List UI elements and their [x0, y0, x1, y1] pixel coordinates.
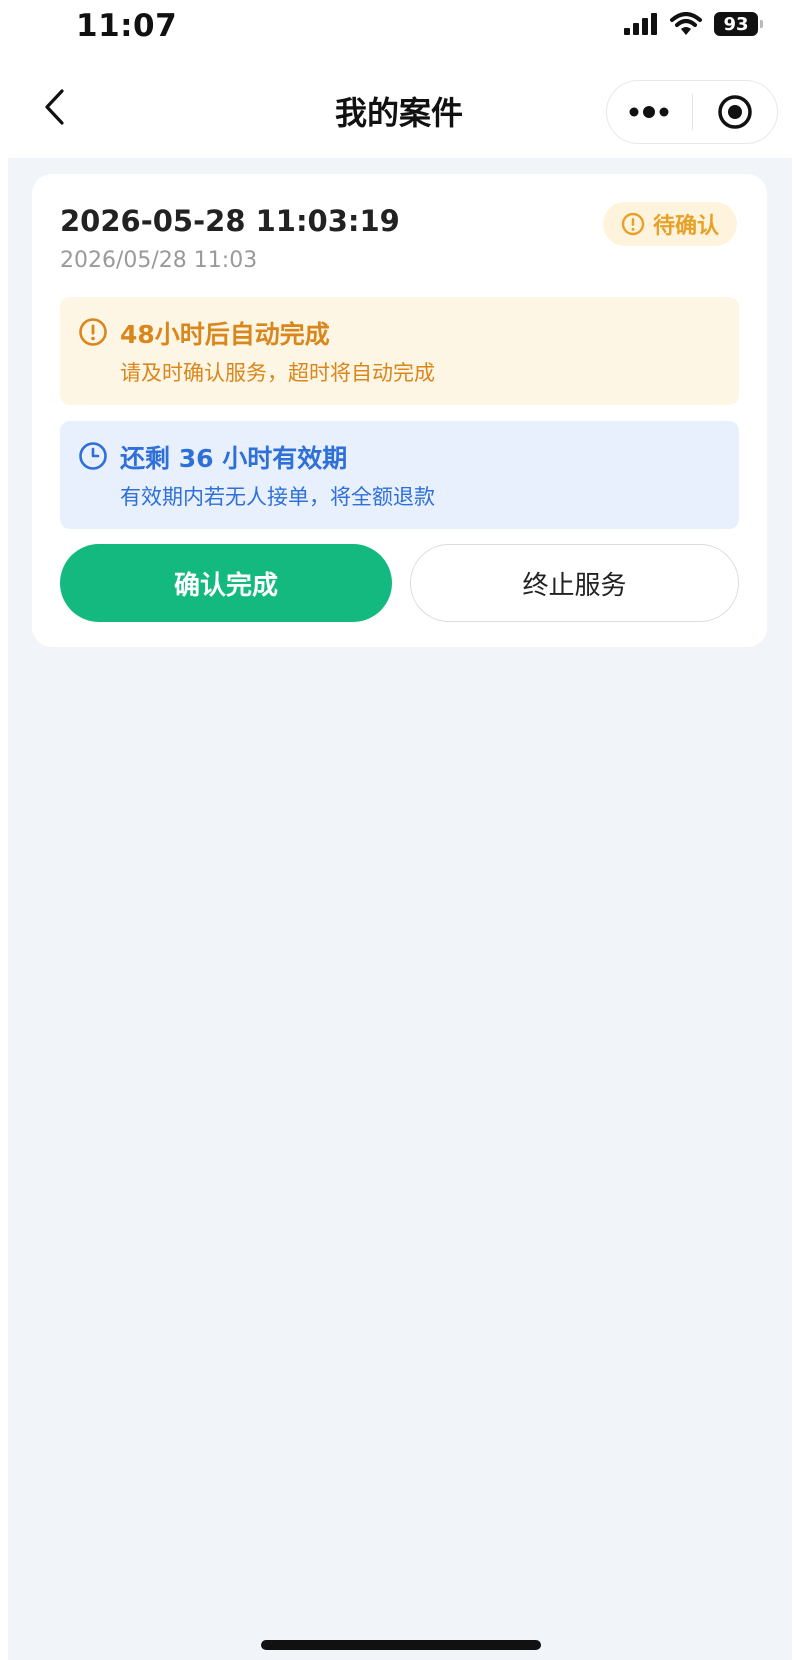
- mini-program-capsule: [606, 80, 778, 144]
- wifi-icon: [670, 12, 702, 35]
- case-subdate: 2026/05/28 11:03: [60, 248, 258, 273]
- validity-notice: 还剩 36 小时有效期 有效期内若无人接单，将全额退款: [60, 421, 739, 529]
- main-content: 2026-05-28 11:03:19 2026/05/28 11:03 待确认…: [8, 158, 792, 1660]
- home-indicator[interactable]: [261, 1640, 541, 1650]
- battery-level: 93: [723, 13, 749, 35]
- more-button[interactable]: [607, 81, 692, 143]
- more-dots-icon: [629, 106, 669, 118]
- auto-complete-text: 请及时确认服务，超时将自动完成: [120, 361, 435, 385]
- validity-title: 还剩 36 小时有效期: [120, 444, 348, 473]
- case-datetime: 2026-05-28 11:03:19: [60, 204, 400, 238]
- confirm-complete-button[interactable]: 确认完成: [60, 544, 392, 622]
- clock-icon: [79, 442, 107, 470]
- target-circle-icon: [718, 95, 752, 129]
- battery-icon: 93: [714, 12, 763, 36]
- nav-bar: 我的案件: [0, 56, 798, 158]
- close-button[interactable]: [693, 81, 778, 143]
- case-card: 2026-05-28 11:03:19 2026/05/28 11:03 待确认…: [32, 174, 767, 647]
- status-bar: 11:07 93: [0, 0, 798, 56]
- status-icons: 93: [624, 12, 763, 36]
- auto-complete-notice: 48小时后自动完成 请及时确认服务，超时将自动完成: [60, 297, 739, 405]
- battery-tip: [760, 20, 763, 28]
- signal-icon: [624, 13, 657, 35]
- status-time: 11:07: [76, 8, 178, 44]
- status-badge: 待确认: [602, 202, 737, 246]
- validity-text: 有效期内若无人接单，将全额退款: [120, 485, 435, 509]
- exclamation-circle-icon: [621, 212, 645, 236]
- exclamation-circle-icon: [79, 318, 107, 346]
- terminate-service-button[interactable]: 终止服务: [410, 544, 739, 622]
- auto-complete-title: 48小时后自动完成: [120, 320, 330, 349]
- status-badge-label: 待确认: [652, 214, 719, 239]
